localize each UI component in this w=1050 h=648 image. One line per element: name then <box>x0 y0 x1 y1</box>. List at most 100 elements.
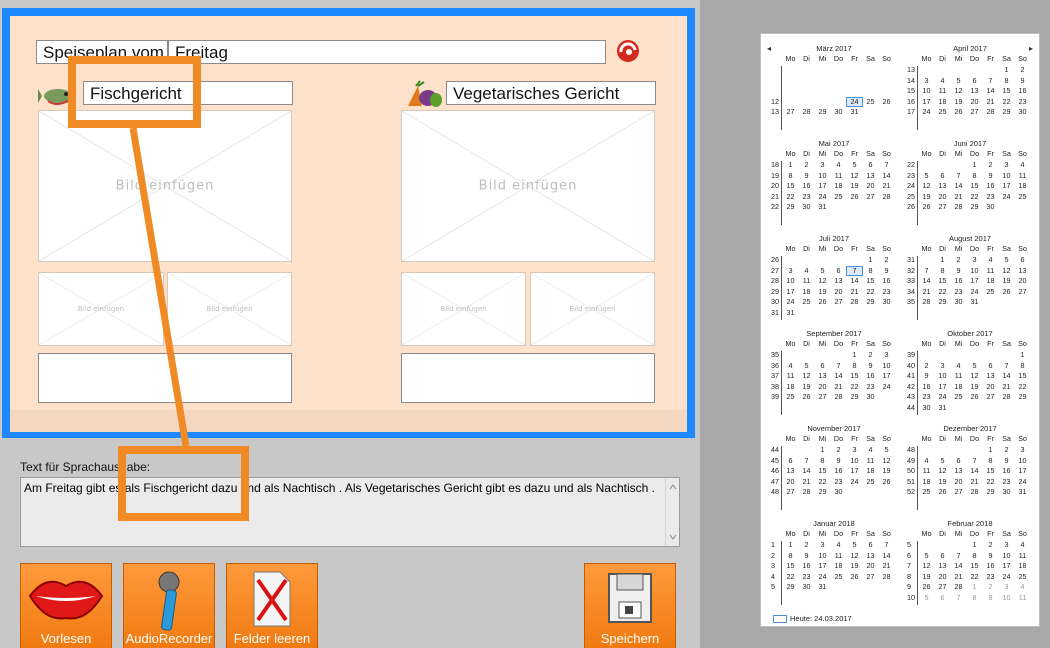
calendar-day[interactable]: 17 <box>935 382 950 391</box>
calendar-day[interactable]: 3 <box>783 266 798 275</box>
calendar-day[interactable]: 15 <box>783 562 798 570</box>
calendar-day[interactable]: 5 <box>951 76 966 85</box>
calendar-day[interactable]: 30 <box>999 488 1014 496</box>
calendar-day[interactable]: 22 <box>783 572 798 581</box>
calendar-day[interactable]: 24 <box>967 287 982 296</box>
calendar-day[interactable]: 18 <box>983 277 998 285</box>
calendar-day[interactable]: 2 <box>983 583 998 591</box>
calendar-day[interactable]: 1 <box>783 161 798 169</box>
calendar-day[interactable]: 26 <box>919 203 934 211</box>
calendar-day[interactable]: 4 <box>919 456 934 465</box>
menu-day-field[interactable]: Freitag <box>168 40 606 64</box>
calendar-day[interactable]: 9 <box>831 456 846 465</box>
calendar-day[interactable]: 10 <box>935 372 950 380</box>
calendar-day[interactable]: 3 <box>999 161 1014 169</box>
calendar-day[interactable]: 27 <box>863 572 878 581</box>
calendar-day[interactable]: 25 <box>983 287 998 296</box>
calendar-day[interactable]: 5 <box>919 551 934 560</box>
calendar-day[interactable]: 4 <box>1015 161 1030 169</box>
calendar-day[interactable]: 5 <box>919 171 934 180</box>
calendar-day[interactable]: 18 <box>831 562 846 570</box>
calendar-day[interactable]: 9 <box>983 593 998 602</box>
calendar-day[interactable]: 24 <box>919 108 934 116</box>
calendar-day[interactable]: 26 <box>919 583 934 591</box>
calendar-day[interactable]: 15 <box>999 87 1014 95</box>
calendar-day[interactable]: 7 <box>951 593 966 602</box>
calendar-day[interactable]: 20 <box>935 572 950 581</box>
calendar-day[interactable]: 5 <box>879 446 894 454</box>
calendar-day[interactable]: 12 <box>967 372 982 380</box>
calendar-day[interactable]: 9 <box>983 551 998 560</box>
calendar-day[interactable]: 22 <box>935 287 950 296</box>
calendar-day[interactable]: 4 <box>1015 541 1030 549</box>
calendar-day[interactable]: 5 <box>799 361 814 370</box>
calendar-day[interactable]: 27 <box>967 108 982 116</box>
calendar-day[interactable]: 1 <box>967 161 982 169</box>
calendar-day[interactable]: 24 <box>999 572 1014 581</box>
calendar-day[interactable]: 7 <box>846 265 863 276</box>
calendar-day[interactable]: 10 <box>879 361 894 370</box>
calendar-day[interactable]: 6 <box>831 266 846 275</box>
calendar-day[interactable]: 25 <box>1015 192 1030 201</box>
calendar-day[interactable]: 23 <box>879 287 894 296</box>
calendar-day[interactable]: 27 <box>935 203 950 211</box>
calendar-day[interactable]: 14 <box>919 277 934 285</box>
calendar-day[interactable]: 11 <box>1015 593 1030 602</box>
calendar-day[interactable]: 6 <box>863 541 878 549</box>
calendar-day[interactable]: 22 <box>967 572 982 581</box>
calendar-day[interactable]: 20 <box>1015 277 1030 285</box>
calendar-day[interactable]: 18 <box>935 97 950 106</box>
calendar-day[interactable]: 29 <box>863 298 878 306</box>
calendar-day[interactable]: 1 <box>815 446 830 454</box>
calendar-day[interactable]: 4 <box>799 266 814 275</box>
calendar-day[interactable]: 20 <box>863 182 878 190</box>
calendar-day[interactable]: 4 <box>831 541 846 549</box>
calendar-day[interactable]: 27 <box>831 298 846 306</box>
calendar-day[interactable]: 14 <box>799 467 814 475</box>
calendar-day[interactable]: 19 <box>919 572 934 581</box>
calendar-day[interactable]: 27 <box>815 393 830 401</box>
calendar-day[interactable]: 3 <box>999 583 1014 591</box>
calendar-day[interactable]: 2 <box>983 541 998 549</box>
calendar-day[interactable]: 8 <box>783 171 798 180</box>
calendar-day[interactable]: 31 <box>967 298 982 306</box>
calendar-day[interactable]: 17 <box>783 287 798 296</box>
calendar-day[interactable]: 9 <box>863 361 878 370</box>
calendar-day[interactable]: 3 <box>999 541 1014 549</box>
calendar-day[interactable]: 18 <box>799 287 814 296</box>
calendar-day[interactable]: 20 <box>831 287 846 296</box>
calendar-day[interactable]: 30 <box>831 108 846 116</box>
calendar-day[interactable]: 28 <box>879 192 894 201</box>
calendar-day[interactable]: 6 <box>935 593 950 602</box>
calendar-day[interactable]: 29 <box>847 393 862 401</box>
calendar-day[interactable]: 30 <box>799 583 814 591</box>
calendar-day[interactable]: 20 <box>815 382 830 391</box>
calendar-day[interactable]: 25 <box>1015 572 1030 581</box>
calendar-day[interactable]: 30 <box>919 403 934 412</box>
calendar-day[interactable]: 21 <box>951 572 966 581</box>
calendar-day[interactable]: 29 <box>815 108 830 116</box>
calendar-day[interactable]: 2 <box>863 351 878 359</box>
calendar-day[interactable]: 10 <box>783 277 798 285</box>
fish-main-image-slot[interactable]: Bild einfügen <box>38 110 292 262</box>
scroll-down-icon[interactable] <box>666 530 680 544</box>
calendar-day[interactable]: 29 <box>1015 393 1030 401</box>
calendar-day[interactable]: 13 <box>863 551 878 560</box>
calendar-day[interactable]: 6 <box>783 456 798 465</box>
calendar-day[interactable]: 26 <box>935 488 950 496</box>
calendar-day[interactable]: 13 <box>863 171 878 180</box>
calendar-day[interactable]: 9 <box>879 266 894 275</box>
fish-description-field[interactable] <box>38 353 292 403</box>
calendar-day[interactable]: 18 <box>919 477 934 486</box>
calendar-day[interactable]: 28 <box>847 298 862 306</box>
calendar-day[interactable]: 29 <box>783 583 798 591</box>
calendar-day[interactable]: 2 <box>919 361 934 370</box>
calendar-day[interactable]: 2 <box>831 446 846 454</box>
calendar-day[interactable]: 2 <box>799 541 814 549</box>
calendar-day[interactable]: 1 <box>863 256 878 264</box>
calendar-day[interactable]: 25 <box>783 393 798 401</box>
calendar-day[interactable]: 8 <box>967 593 982 602</box>
calendar-day[interactable]: 23 <box>983 192 998 201</box>
calendar-day[interactable]: 13 <box>967 87 982 95</box>
calendar-day[interactable]: 14 <box>967 467 982 475</box>
